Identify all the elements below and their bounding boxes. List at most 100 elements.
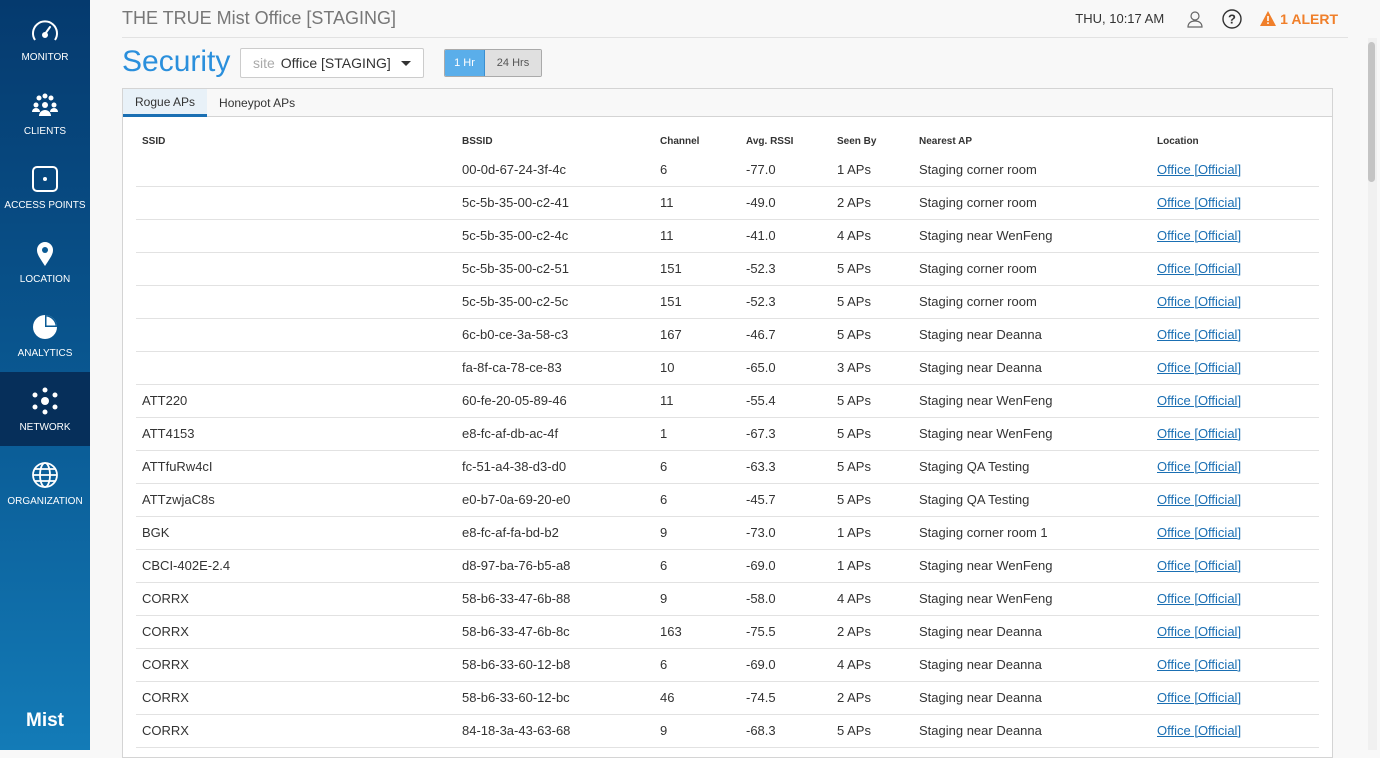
gauge-icon [30, 16, 60, 46]
column-header[interactable]: Seen By [831, 129, 913, 153]
location-link[interactable]: Office [Official] [1157, 360, 1241, 375]
sidebar-item-access-points[interactable]: ACCESS POINTS [0, 150, 90, 224]
table-row[interactable]: CORRX 58-b6-33-47-6b-8c 163 -75.5 2 APs Stagi… [136, 615, 1319, 649]
table-row[interactable]: CORRX 58-b6-33-47-6b-88 9 -58.0 4 APs Staging… [136, 582, 1319, 616]
nearest-ap-cell: Staging near WenFeng [913, 219, 1151, 253]
column-header[interactable]: BSSID [456, 129, 654, 153]
column-header[interactable]: SSID [136, 129, 456, 153]
location-link[interactable]: Office [Official] [1157, 525, 1241, 540]
table-row[interactable]: CORRX 84-18-3a-43-63-68 9 -68.3 5 APs Staging… [136, 714, 1319, 748]
ssid-cell [136, 285, 456, 319]
location-link[interactable]: Office [Official] [1157, 162, 1241, 177]
clients-icon [30, 90, 60, 120]
sidebar-item-clients[interactable]: CLIENTS [0, 76, 90, 150]
column-header[interactable]: Location [1151, 129, 1319, 153]
bssid-cell: 5c-5b-35-00-c2-41 [456, 186, 654, 220]
bssid-cell: d8-97-ba-76-b5-a8 [456, 549, 654, 583]
table-row[interactable]: 5c-5b-35-00-c2-5c 151 -52.3 5 APs Staging co… [136, 285, 1319, 319]
location-cell: Office [Official] [1151, 153, 1319, 187]
table-row[interactable]: 00-0d-67-24-3f-4c 6 -77.0 1 APs Staging corn… [136, 153, 1319, 187]
table-row[interactable]: CORRX 58-b6-33-60-12-b8 6 -69.0 4 APs Staging… [136, 648, 1319, 682]
location-link[interactable]: Office [Official] [1157, 591, 1241, 606]
mist-logo: Mist [26, 710, 64, 731]
nearest-ap-cell: Staging near Deanna [913, 615, 1151, 649]
table-row[interactable]: ATT220 60-fe-20-05-89-46 11 -55.4 5 APs Stagi… [136, 384, 1319, 418]
channel-cell: 151 [654, 285, 740, 319]
table-row[interactable]: 5c-5b-35-00-c2-4c 11 -41.0 4 APs Staging nea… [136, 219, 1319, 253]
range-1hr-button[interactable]: 1 Hr [445, 50, 485, 76]
table-row[interactable]: ATTfuRw4cI fc-51-a4-38-d3-d0 6 -63.3 5 APs St… [136, 450, 1319, 484]
sidebar-item-monitor[interactable]: MONITOR [0, 2, 90, 76]
nearest-ap-cell: Staging near Deanna [913, 681, 1151, 715]
seen-by-cell: 5 APs [831, 483, 913, 517]
rssi-cell: -65.0 [740, 351, 831, 385]
bssid-cell: fa-8f-ca-78-ce-83 [456, 351, 654, 385]
location-cell: Office [Official] [1151, 615, 1319, 649]
sidebar: MONITOR CLIENTS ACCESS POINTS LOCATION ANALY… [0, 0, 90, 750]
nearest-ap-cell: Staging near Deanna [913, 351, 1151, 385]
table-row[interactable]: 6c-b0-ce-3a-58-c3 167 -46.7 5 APs Staging ne… [136, 318, 1319, 352]
location-link[interactable]: Office [Official] [1157, 228, 1241, 243]
seen-by-cell: 5 APs [831, 252, 913, 286]
location-link[interactable]: Office [Official] [1157, 723, 1241, 738]
location-link[interactable]: Office [Official] [1157, 558, 1241, 573]
security-panel: Rogue APs Honeypot APs SSID BSSID Channel A… [122, 88, 1333, 758]
ssid-cell [136, 318, 456, 352]
sidebar-item-location[interactable]: LOCATION [0, 224, 90, 298]
range-24hrs-button[interactable]: 24 Hrs [485, 50, 541, 76]
warning-icon [1260, 11, 1277, 26]
table-row[interactable]: ATTzwjaC8s e0-b7-0a-69-20-e0 6 -45.7 5 APs St… [136, 483, 1319, 517]
location-link[interactable]: Office [Official] [1157, 327, 1241, 342]
location-link[interactable]: Office [Official] [1157, 459, 1241, 474]
ssid-cell [136, 252, 456, 286]
sidebar-item-network[interactable]: NETWORK [0, 372, 90, 446]
user-icon[interactable] [1186, 10, 1204, 28]
ssid-cell: ATTfuRw4cI [136, 450, 456, 484]
sidebar-item-organization[interactable]: ORGANIZATION [0, 446, 90, 520]
tab-honeypot-aps[interactable]: Honeypot APs [207, 89, 307, 116]
ssid-cell [136, 219, 456, 253]
table-row[interactable]: BGK e8-fc-af-fa-bd-b2 9 -73.0 1 APs Staging c… [136, 516, 1319, 550]
seen-by-cell: 5 APs [831, 384, 913, 418]
nearest-ap-cell: Staging QA Testing [913, 450, 1151, 484]
channel-cell: 10 [654, 351, 740, 385]
location-link[interactable]: Office [Official] [1157, 195, 1241, 210]
nearest-ap-cell: Staging near WenFeng [913, 384, 1151, 418]
table-row[interactable]: 5c-5b-35-00-c2-41 11 -49.0 2 APs Staging cor… [136, 186, 1319, 220]
seen-by-cell: 3 APs [831, 351, 913, 385]
location-link[interactable]: Office [Official] [1157, 261, 1241, 276]
seen-by-cell: 4 APs [831, 219, 913, 253]
location-link[interactable]: Office [Official] [1157, 624, 1241, 639]
table-row[interactable]: 5c-5b-35-00-c2-51 151 -52.3 5 APs Staging co… [136, 252, 1319, 286]
column-header[interactable]: Channel [654, 129, 740, 153]
bssid-cell: 58-b6-33-47-6b-88 [456, 582, 654, 616]
location-link[interactable]: Office [Official] [1157, 492, 1241, 507]
location-link[interactable]: Office [Official] [1157, 426, 1241, 441]
scrollbar-thumb[interactable] [1368, 42, 1375, 182]
help-icon[interactable]: ? [1222, 8, 1242, 29]
seen-by-cell: 2 APs [831, 681, 913, 715]
clock: THU, 10:17 AM [1075, 11, 1165, 26]
tab-rogue-aps[interactable]: Rogue APs [123, 89, 208, 117]
location-link[interactable]: Office [Official] [1157, 393, 1241, 408]
column-header[interactable]: Avg. RSSI [740, 129, 831, 153]
alert-button[interactable]: 1 ALERT [1260, 11, 1338, 27]
table-row[interactable]: fa-8f-ca-78-ce-83 10 -65.0 3 APs Staging nea… [136, 351, 1319, 385]
seen-by-cell: 1 APs [831, 153, 913, 187]
table-row[interactable]: CBCI-402E-2.4 d8-97-ba-76-b5-a8 6 -69.0 1 AP… [136, 549, 1319, 583]
location-cell: Office [Official] [1151, 219, 1319, 253]
table-row[interactable]: ATT4153 e8-fc-af-db-ac-4f 1 -67.3 5 APs Stagi… [136, 417, 1319, 451]
nearest-ap-cell: Staging near WenFeng [913, 582, 1151, 616]
sidebar-item-analytics[interactable]: ANALYTICS [0, 298, 90, 372]
ssid-cell [136, 186, 456, 220]
site-dropdown[interactable]: site Office [STAGING] [240, 48, 424, 78]
site-value: Office [STAGING] [280, 55, 391, 71]
bssid-cell: 60-fe-20-05-89-46 [456, 384, 654, 418]
table-row[interactable]: CORRX 58-b6-33-60-12-bc 46 -74.5 2 APs Stagin… [136, 681, 1319, 715]
location-link[interactable]: Office [Official] [1157, 294, 1241, 309]
org-title: THE TRUE Mist Office [STAGING] [122, 8, 397, 28]
location-link[interactable]: Office [Official] [1157, 690, 1241, 705]
sidebar-item-label: ACCESS POINTS [4, 199, 86, 211]
column-header[interactable]: Nearest AP [913, 129, 1151, 153]
location-link[interactable]: Office [Official] [1157, 657, 1241, 672]
